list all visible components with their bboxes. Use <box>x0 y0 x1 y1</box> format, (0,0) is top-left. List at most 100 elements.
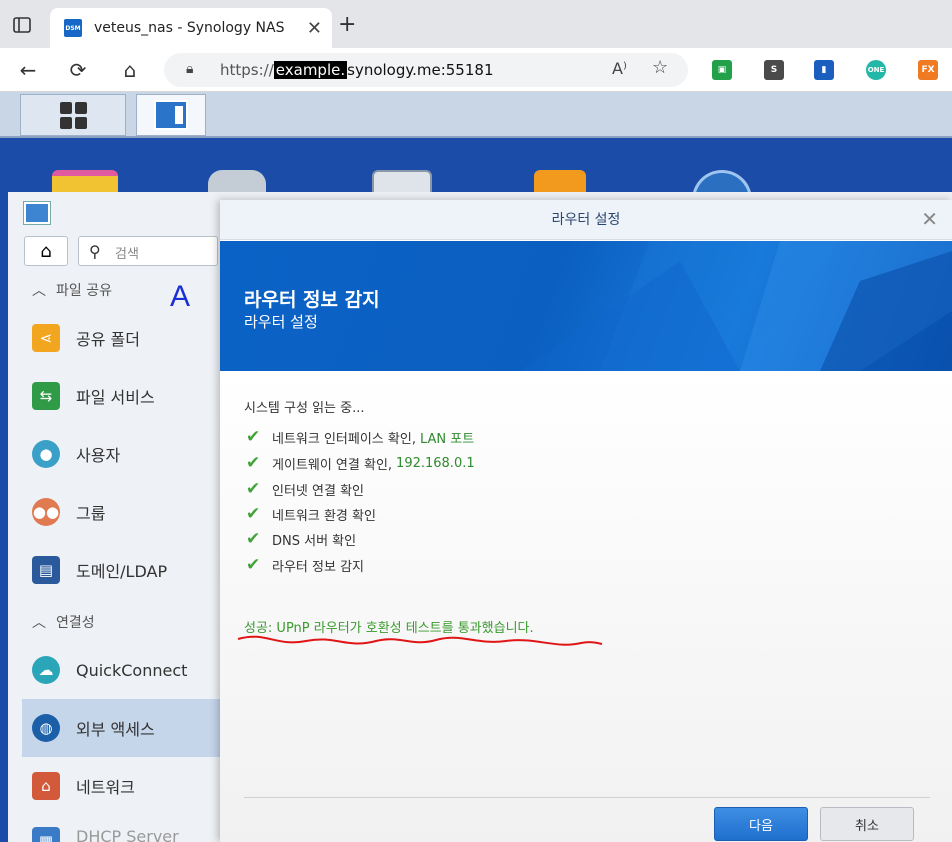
tab-title: veteus_nas - Synology NAS <box>94 20 285 36</box>
file-services-icon: ⇆ <box>32 382 60 410</box>
search-icon: ⚲ <box>89 242 101 261</box>
domain-ldap-icon: ▤ <box>32 556 60 584</box>
check-icon: ✔ <box>246 453 261 473</box>
sidebar-item-label: QuickConnect <box>76 660 188 680</box>
check-row: ✔ 네트워크 환경 확인 <box>246 504 376 524</box>
check-row: ✔ 라우터 정보 감지 <box>246 555 364 575</box>
fx-extension-icon[interactable]: FX <box>918 60 938 80</box>
user-icon: ● <box>32 440 60 468</box>
dhcp-server-icon: ▦ <box>32 827 60 842</box>
dialog-body: 시스템 구성 읽는 중... ✔ 네트워크 인터페이스 확인, LAN 포트 ✔… <box>220 371 952 842</box>
reload-icon[interactable]: ⟳ <box>64 56 92 84</box>
sidebar-item-quickconnect[interactable]: ☁ QuickConnect <box>22 641 220 699</box>
section-connectivity[interactable]: ︿ 연결성 <box>32 612 95 632</box>
banner-title: 라우터 정보 감지 <box>244 289 380 311</box>
browser-tab-strip: DSM veteus_nas - Synology NAS ✕ + <box>0 0 952 48</box>
home-button[interactable]: ⌂ <box>24 236 68 266</box>
check-text: 네트워크 인터페이스 확인, <box>272 431 416 447</box>
url-prefix: https:// <box>220 61 274 79</box>
dialog-banner: 라우터 정보 감지 라우터 설정 <box>220 241 952 371</box>
check-row: ✔ 인터넷 연결 확인 <box>246 479 364 499</box>
section-file-sharing[interactable]: ︿ 파일 공유 <box>32 280 112 300</box>
sidebar-item-label: 네트워크 <box>76 778 135 797</box>
lock-icon: 🔒︎ <box>186 61 194 77</box>
check-icon: ✔ <box>246 504 261 524</box>
check-icon: ✔ <box>246 529 261 549</box>
home-icon[interactable]: ⌂ <box>116 56 144 84</box>
section-label: 연결성 <box>56 615 95 631</box>
check-value: 192.168.0.1 <box>396 455 475 471</box>
sidebar-item-label: 도메인/LDAP <box>76 562 168 581</box>
check-value: LAN 포트 <box>419 431 475 447</box>
new-tab-icon[interactable]: + <box>338 12 356 37</box>
footer-divider <box>244 797 930 798</box>
quickconnect-icon: ☁ <box>32 656 60 684</box>
blue-extension-icon[interactable]: ▮ <box>814 60 834 80</box>
back-icon[interactable]: ← <box>14 56 42 84</box>
address-bar[interactable]: 🔒︎ https://example. synology.me:55181 A⁾ … <box>164 53 688 87</box>
sidebar-item-label: 그룹 <box>76 504 106 523</box>
network-icon: ⌂ <box>32 772 60 800</box>
check-row: ✔ 네트워크 인터페이스 확인, LAN 포트 <box>246 427 474 447</box>
sidebar-item-label: DHCP Server <box>76 827 179 842</box>
tab-close-icon[interactable]: ✕ <box>307 18 322 39</box>
sidebar-item-external-access[interactable]: ◍ 외부 액세스 <box>22 699 220 757</box>
sidebar-item-dhcp-server[interactable]: ▦ DHCP Server <box>22 815 220 842</box>
dsm-taskbar <box>0 92 952 138</box>
tab-actions-icon[interactable] <box>12 15 32 35</box>
router-setup-dialog: 라우터 설정 ✕ 라우터 정보 감지 라우터 설정 시스템 구성 읽는 중...… <box>220 200 952 842</box>
dsm-favicon-icon: DSM <box>64 19 82 37</box>
sidebar-item-network[interactable]: ⌂ 네트워크 <box>22 757 220 815</box>
banner-subtitle: 라우터 설정 <box>244 313 318 331</box>
reading-status: 시스템 구성 읽는 중... <box>244 401 365 416</box>
sidebar-item-file-services[interactable]: ⇆ 파일 서비스 <box>22 367 220 425</box>
sidebar-item-label: 사용자 <box>76 446 121 465</box>
dialog-title: 라우터 설정 <box>220 200 952 240</box>
section-label: 파일 공유 <box>56 283 112 299</box>
check-icon: ✔ <box>246 555 261 575</box>
add-favorite-icon[interactable]: ☆ <box>652 57 668 78</box>
main-menu-grid-icon <box>59 101 87 129</box>
next-button[interactable]: 다음 <box>714 807 808 841</box>
check-text: 게이트웨이 연결 확인, <box>272 457 393 473</box>
check-text: 라우터 정보 감지 <box>272 559 364 575</box>
control-panel-logo-icon <box>23 201 51 225</box>
sidebar-item-label: 외부 액세스 <box>76 720 155 739</box>
shared-folder-icon: ⋖ <box>32 324 60 352</box>
control-panel-task-button[interactable] <box>136 94 206 136</box>
read-aloud-icon[interactable]: A⁾ <box>612 59 627 78</box>
url-highlight: example. <box>273 61 348 79</box>
sidebar-item-group[interactable]: ●● 그룹 <box>22 483 220 541</box>
check-icon: ✔ <box>246 479 261 499</box>
browser-toolbar: ← ⟳ ⌂ 🔒︎ https://example. synology.me:551… <box>0 48 952 92</box>
check-text: 네트워크 환경 확인 <box>272 508 376 524</box>
sidebar-item-label: 파일 서비스 <box>76 388 155 407</box>
check-text: DNS 서버 확인 <box>272 533 357 549</box>
s-extension-icon[interactable]: S <box>764 60 784 80</box>
cancel-button[interactable]: 취소 <box>820 807 914 841</box>
check-row: ✔ 게이트웨이 연결 확인, 192.168.0.1 <box>246 453 475 473</box>
external-access-icon: ◍ <box>32 714 60 742</box>
red-underline-annotation <box>237 635 603 646</box>
group-icon: ●● <box>32 498 60 526</box>
search-input[interactable]: ⚲ 검색 <box>78 236 218 266</box>
check-icon: ✔ <box>246 427 261 447</box>
browser-tab-active[interactable]: DSM veteus_nas - Synology NAS ✕ <box>50 8 332 48</box>
url-host: synology.me:55181 <box>347 61 494 79</box>
control-panel-icon <box>154 100 188 130</box>
green-extension-icon[interactable]: ▣ <box>712 60 732 80</box>
close-icon[interactable]: ✕ <box>921 208 938 230</box>
one-extension-icon[interactable]: ONE <box>866 60 886 80</box>
sidebar-item-label: 공유 폴더 <box>76 330 140 349</box>
main-menu-button[interactable] <box>20 94 126 136</box>
url-text: https://example. synology.me:55181 <box>220 61 494 79</box>
search-placeholder: 검색 <box>115 247 139 262</box>
sidebar-item-domain-ldap[interactable]: ▤ 도메인/LDAP <box>22 541 220 599</box>
check-text: 인터넷 연결 확인 <box>272 483 364 499</box>
sidebar-item-shared-folder[interactable]: ⋖ 공유 폴더 <box>22 309 220 367</box>
chevron-up-icon: ︿ <box>32 615 46 631</box>
chevron-up-icon: ︿ <box>32 283 46 299</box>
home-icon: ⌂ <box>40 240 52 262</box>
sidebar-item-user[interactable]: ● 사용자 <box>22 425 220 483</box>
check-row: ✔ DNS 서버 확인 <box>246 529 356 549</box>
